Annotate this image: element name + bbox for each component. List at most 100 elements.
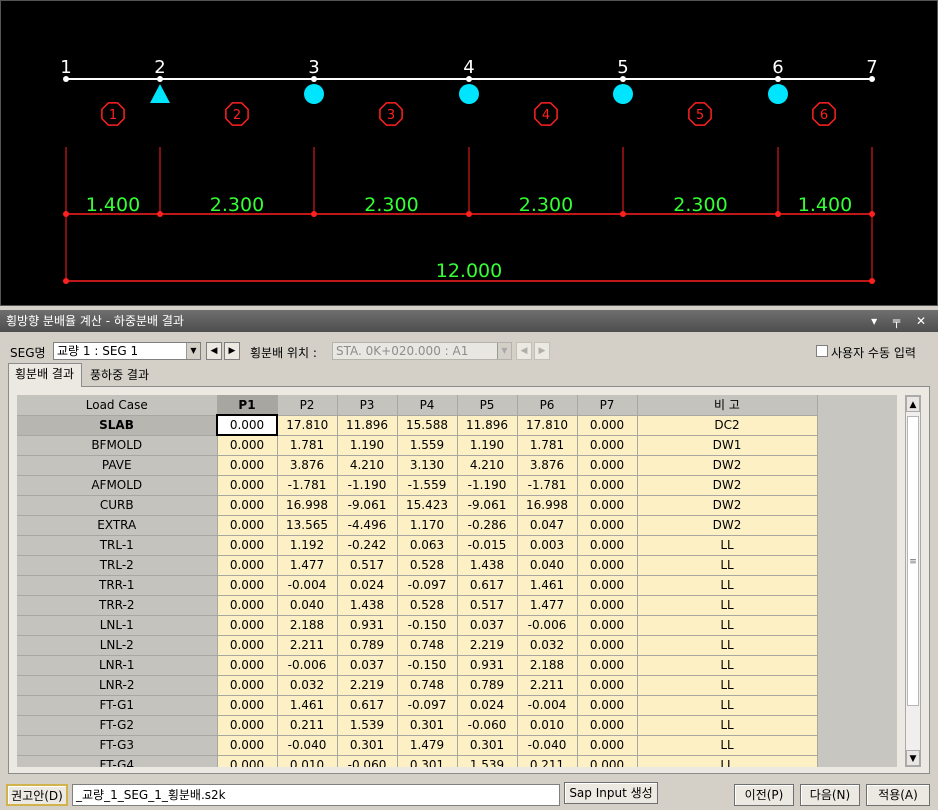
- value-cell[interactable]: 0.931: [457, 655, 518, 676]
- value-cell[interactable]: 0.024: [457, 695, 518, 716]
- value-cell[interactable]: 15.423: [397, 495, 458, 516]
- scrollbar-thumb[interactable]: ≡: [907, 416, 919, 706]
- value-cell[interactable]: 0.211: [277, 715, 338, 736]
- value-cell[interactable]: -1.190: [337, 475, 398, 496]
- value-cell[interactable]: 0.024: [337, 575, 398, 596]
- column-header-p2[interactable]: P2: [277, 395, 338, 416]
- manual-input-checkbox[interactable]: [816, 345, 828, 357]
- value-cell[interactable]: 16.998: [277, 495, 338, 516]
- prev-button[interactable]: 이전(P): [734, 784, 794, 806]
- value-cell[interactable]: -4.496: [337, 515, 398, 536]
- value-cell[interactable]: 0.000: [577, 475, 638, 496]
- value-cell[interactable]: 1.781: [517, 435, 578, 456]
- remarks-cell[interactable]: DW2: [637, 495, 818, 516]
- value-cell[interactable]: 0.010: [277, 755, 338, 767]
- value-cell[interactable]: 17.810: [277, 415, 338, 436]
- value-cell[interactable]: 0.000: [577, 575, 638, 596]
- value-cell[interactable]: 1.190: [337, 435, 398, 456]
- load-case-cell[interactable]: TRR-1: [17, 575, 218, 596]
- value-cell[interactable]: 0.000: [577, 455, 638, 476]
- load-case-cell[interactable]: TRL-2: [17, 555, 218, 576]
- table-row[interactable]: TRR-1 0.000 -0.004 0.024 -0.097 0.617 1.461 0.0…: [17, 575, 818, 596]
- value-cell[interactable]: 0.517: [337, 555, 398, 576]
- value-cell[interactable]: 0.000: [577, 535, 638, 556]
- remarks-cell[interactable]: DC2: [637, 415, 818, 436]
- value-cell[interactable]: 0.000: [577, 695, 638, 716]
- value-cell[interactable]: 0.037: [457, 615, 518, 636]
- value-cell[interactable]: 2.188: [277, 615, 338, 636]
- value-cell[interactable]: -1.559: [397, 475, 458, 496]
- load-case-cell[interactable]: SLAB: [17, 415, 218, 436]
- table-row[interactable]: LNL-2 0.000 2.211 0.789 0.748 2.219 0.032 0.000…: [17, 635, 818, 656]
- value-cell[interactable]: -1.190: [457, 475, 518, 496]
- table-row[interactable]: EXTRA 0.000 13.565 -4.496 1.170 -0.286 0.047 0.…: [17, 515, 818, 536]
- remarks-cell[interactable]: LL: [637, 715, 818, 736]
- value-cell[interactable]: 0.000: [217, 595, 278, 616]
- value-cell[interactable]: 4.210: [457, 455, 518, 476]
- table-row[interactable]: AFMOLD 0.000 -1.781 -1.190 -1.559 -1.190 -1.78…: [17, 475, 818, 496]
- remarks-cell[interactable]: DW2: [637, 455, 818, 476]
- load-case-cell[interactable]: LNR-1: [17, 655, 218, 676]
- value-cell[interactable]: 0.000: [217, 735, 278, 756]
- value-cell[interactable]: 0.000: [217, 535, 278, 556]
- table-row[interactable]: FT-G3 0.000 -0.040 0.301 1.479 0.301 -0.040 0.0…: [17, 735, 818, 756]
- load-case-cell[interactable]: FT-G4: [17, 755, 218, 767]
- value-cell[interactable]: 0.000: [577, 715, 638, 736]
- column-header-remarks[interactable]: 비 고: [637, 395, 818, 416]
- chevron-down-icon[interactable]: ▼: [497, 343, 511, 359]
- remarks-cell[interactable]: LL: [637, 675, 818, 696]
- table-row[interactable]: SLAB 0.000 17.810 11.896 15.588 11.896 17.810 0…: [17, 414, 818, 436]
- value-cell[interactable]: 11.896: [337, 415, 398, 436]
- value-cell[interactable]: 0.000: [217, 575, 278, 596]
- value-cell[interactable]: 0.000: [217, 635, 278, 656]
- value-cell[interactable]: 0.000: [577, 735, 638, 756]
- value-cell[interactable]: -0.006: [277, 655, 338, 676]
- value-cell[interactable]: 0.000: [217, 615, 278, 636]
- table-row[interactable]: TRR-2 0.000 0.040 1.438 0.528 0.517 1.477 0.000…: [17, 595, 818, 616]
- value-cell[interactable]: 11.896: [457, 415, 518, 436]
- value-cell[interactable]: 2.219: [457, 635, 518, 656]
- table-row[interactable]: PAVE 0.000 3.876 4.210 3.130 4.210 3.876 0.000 D…: [17, 455, 818, 476]
- value-cell[interactable]: 2.188: [517, 655, 578, 676]
- column-header-p5[interactable]: P5: [457, 395, 518, 416]
- remarks-cell[interactable]: DW2: [637, 515, 818, 536]
- value-cell[interactable]: 1.170: [397, 515, 458, 536]
- value-cell[interactable]: 2.211: [517, 675, 578, 696]
- seg-prev-button[interactable]: ◀: [206, 342, 222, 360]
- value-cell[interactable]: 3.876: [277, 455, 338, 476]
- value-cell[interactable]: 1.479: [397, 735, 458, 756]
- value-cell[interactable]: 1.192: [277, 535, 338, 556]
- load-case-cell[interactable]: LNR-2: [17, 675, 218, 696]
- remarks-cell[interactable]: DW2: [637, 475, 818, 496]
- value-cell[interactable]: 1.477: [277, 555, 338, 576]
- value-cell[interactable]: 1.461: [277, 695, 338, 716]
- value-cell[interactable]: -0.060: [457, 715, 518, 736]
- value-cell[interactable]: 0.000: [217, 435, 278, 456]
- remarks-cell[interactable]: LL: [637, 535, 818, 556]
- table-row[interactable]: LNL-1 0.000 2.188 0.931 -0.150 0.037 -0.006 0.0…: [17, 615, 818, 636]
- value-cell[interactable]: -0.040: [277, 735, 338, 756]
- value-cell[interactable]: 13.565: [277, 515, 338, 536]
- remarks-cell[interactable]: LL: [637, 635, 818, 656]
- load-case-cell[interactable]: FT-G2: [17, 715, 218, 736]
- value-cell[interactable]: 1.539: [337, 715, 398, 736]
- value-cell[interactable]: 0.040: [517, 555, 578, 576]
- remarks-cell[interactable]: LL: [637, 595, 818, 616]
- value-cell[interactable]: 0.000: [577, 435, 638, 456]
- load-case-cell[interactable]: FT-G3: [17, 735, 218, 756]
- table-row[interactable]: TRL-1 0.000 1.192 -0.242 0.063 -0.015 0.003 0.0…: [17, 535, 818, 556]
- value-cell[interactable]: -0.286: [457, 515, 518, 536]
- value-cell[interactable]: 0.032: [277, 675, 338, 696]
- value-cell[interactable]: 0.047: [517, 515, 578, 536]
- value-cell[interactable]: -0.150: [397, 615, 458, 636]
- value-cell[interactable]: 0.000: [577, 515, 638, 536]
- value-cell[interactable]: 0.000: [577, 595, 638, 616]
- grid-vertical-scrollbar[interactable]: ▲ ≡ ▼: [905, 395, 921, 767]
- sap-input-generate-button[interactable]: Sap Input 생성: [564, 782, 658, 804]
- value-cell[interactable]: 0.040: [277, 595, 338, 616]
- value-cell[interactable]: 0.000: [217, 655, 278, 676]
- panel-window-controls[interactable]: ▾ ╤ ✕: [871, 310, 932, 332]
- value-cell[interactable]: 0.931: [337, 615, 398, 636]
- remarks-cell[interactable]: LL: [637, 555, 818, 576]
- column-header-load-case[interactable]: Load Case: [17, 395, 218, 416]
